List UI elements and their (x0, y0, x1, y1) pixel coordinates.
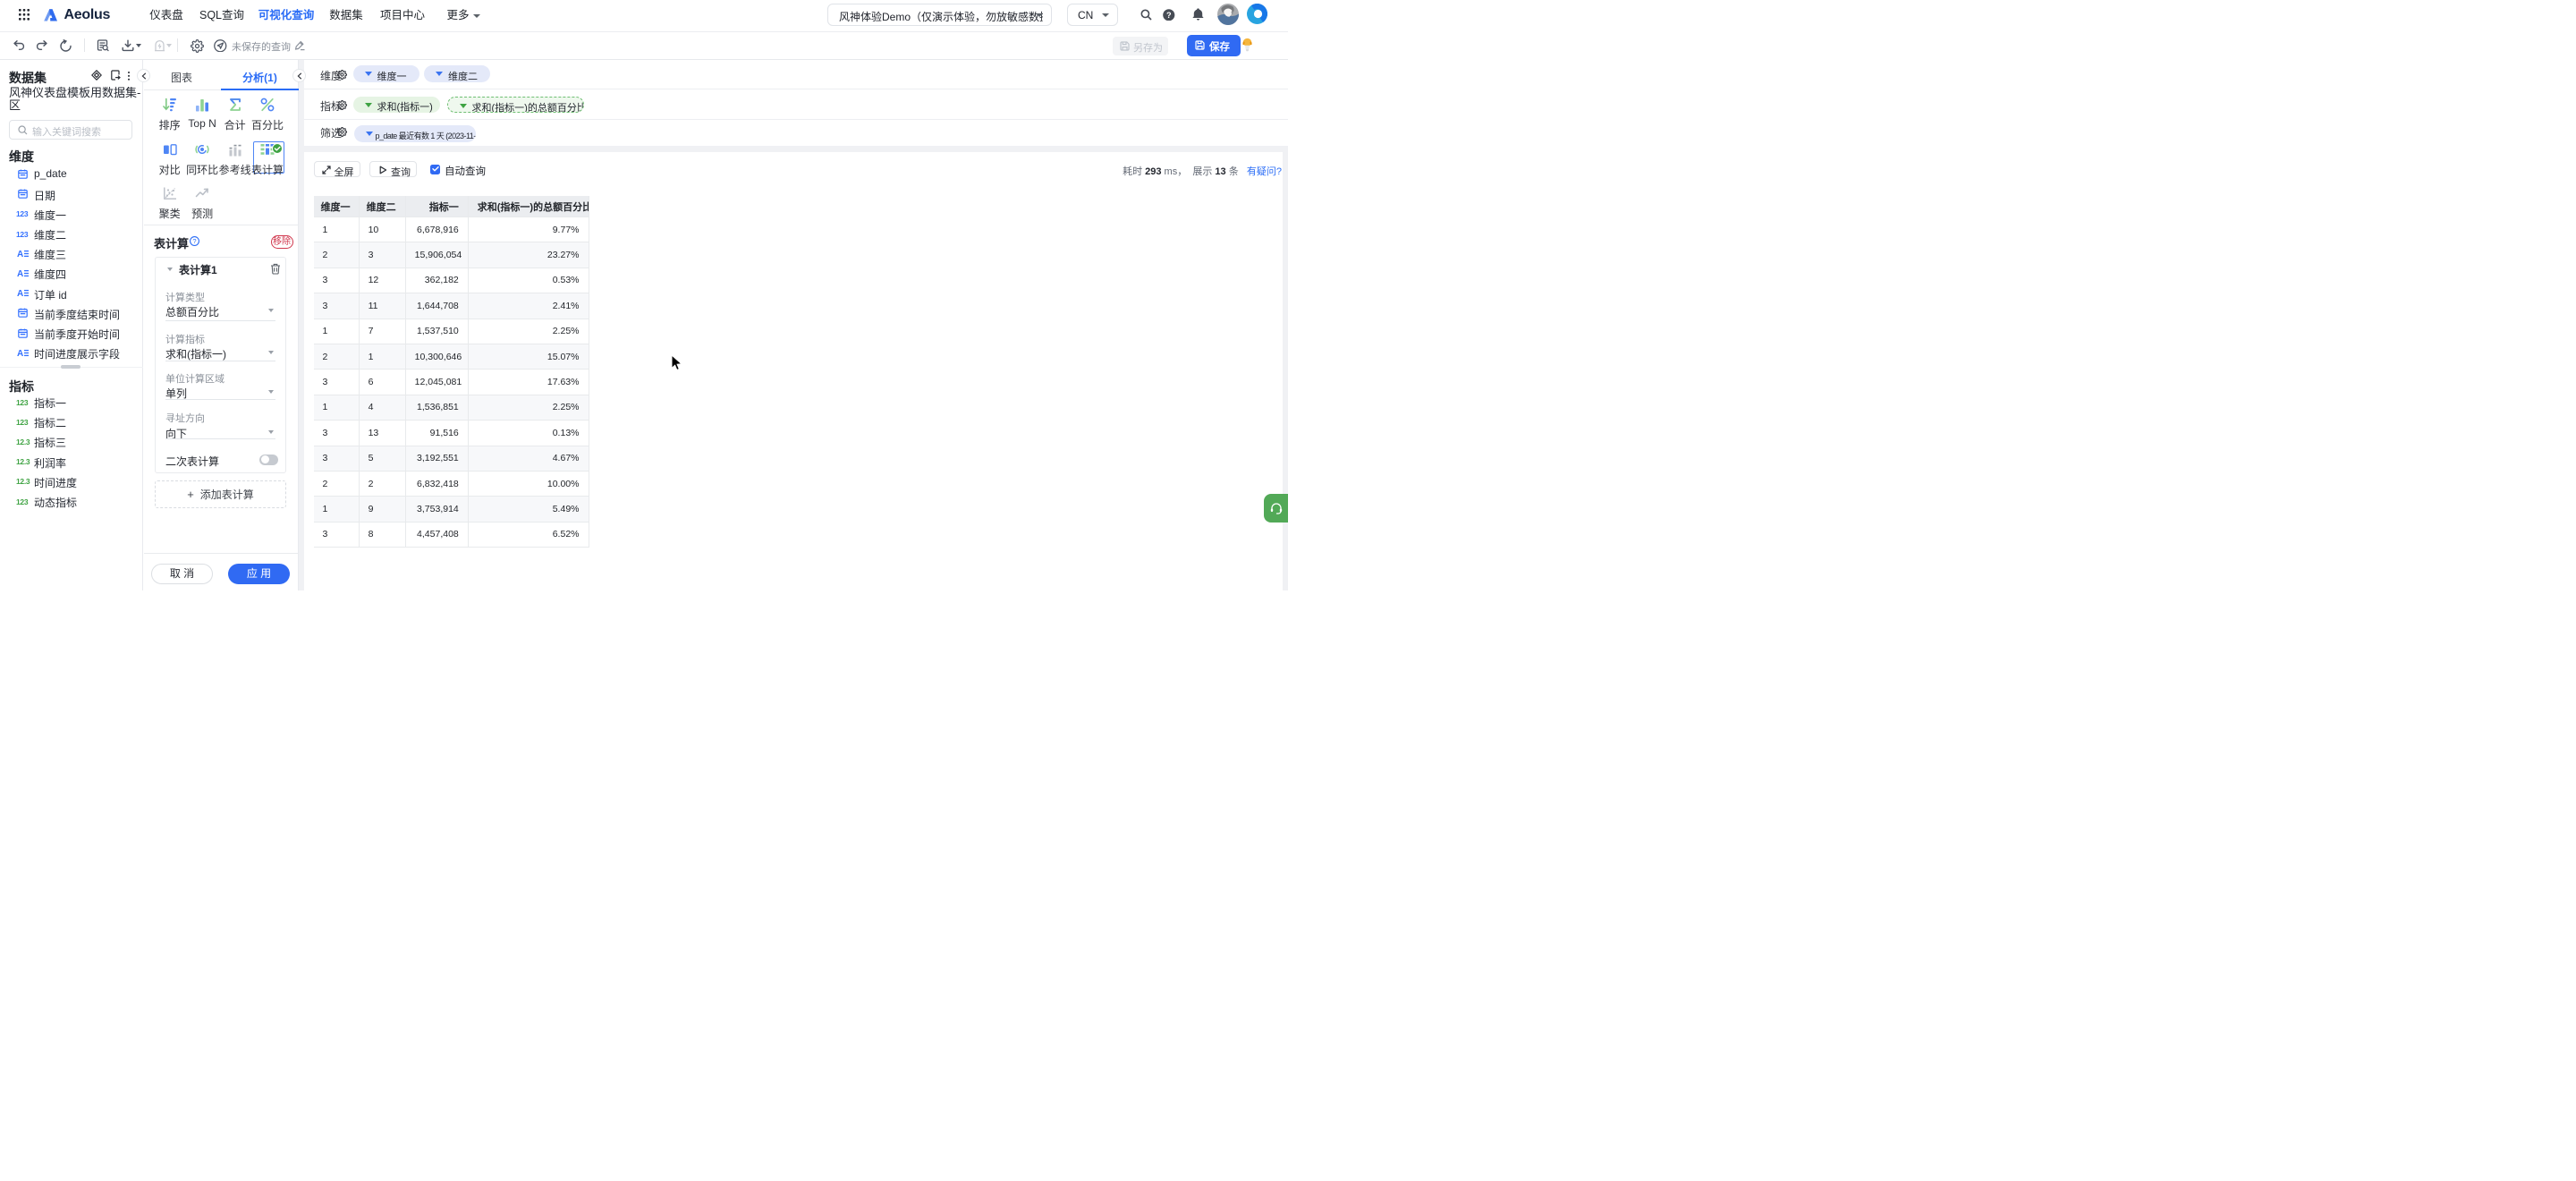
svg-text:A: A (17, 289, 23, 298)
svg-text:A: A (17, 349, 23, 358)
svg-text:A: A (17, 250, 23, 259)
svg-text:?: ? (192, 237, 196, 245)
svg-text:?: ? (1166, 11, 1172, 20)
svg-text:A: A (17, 269, 23, 278)
